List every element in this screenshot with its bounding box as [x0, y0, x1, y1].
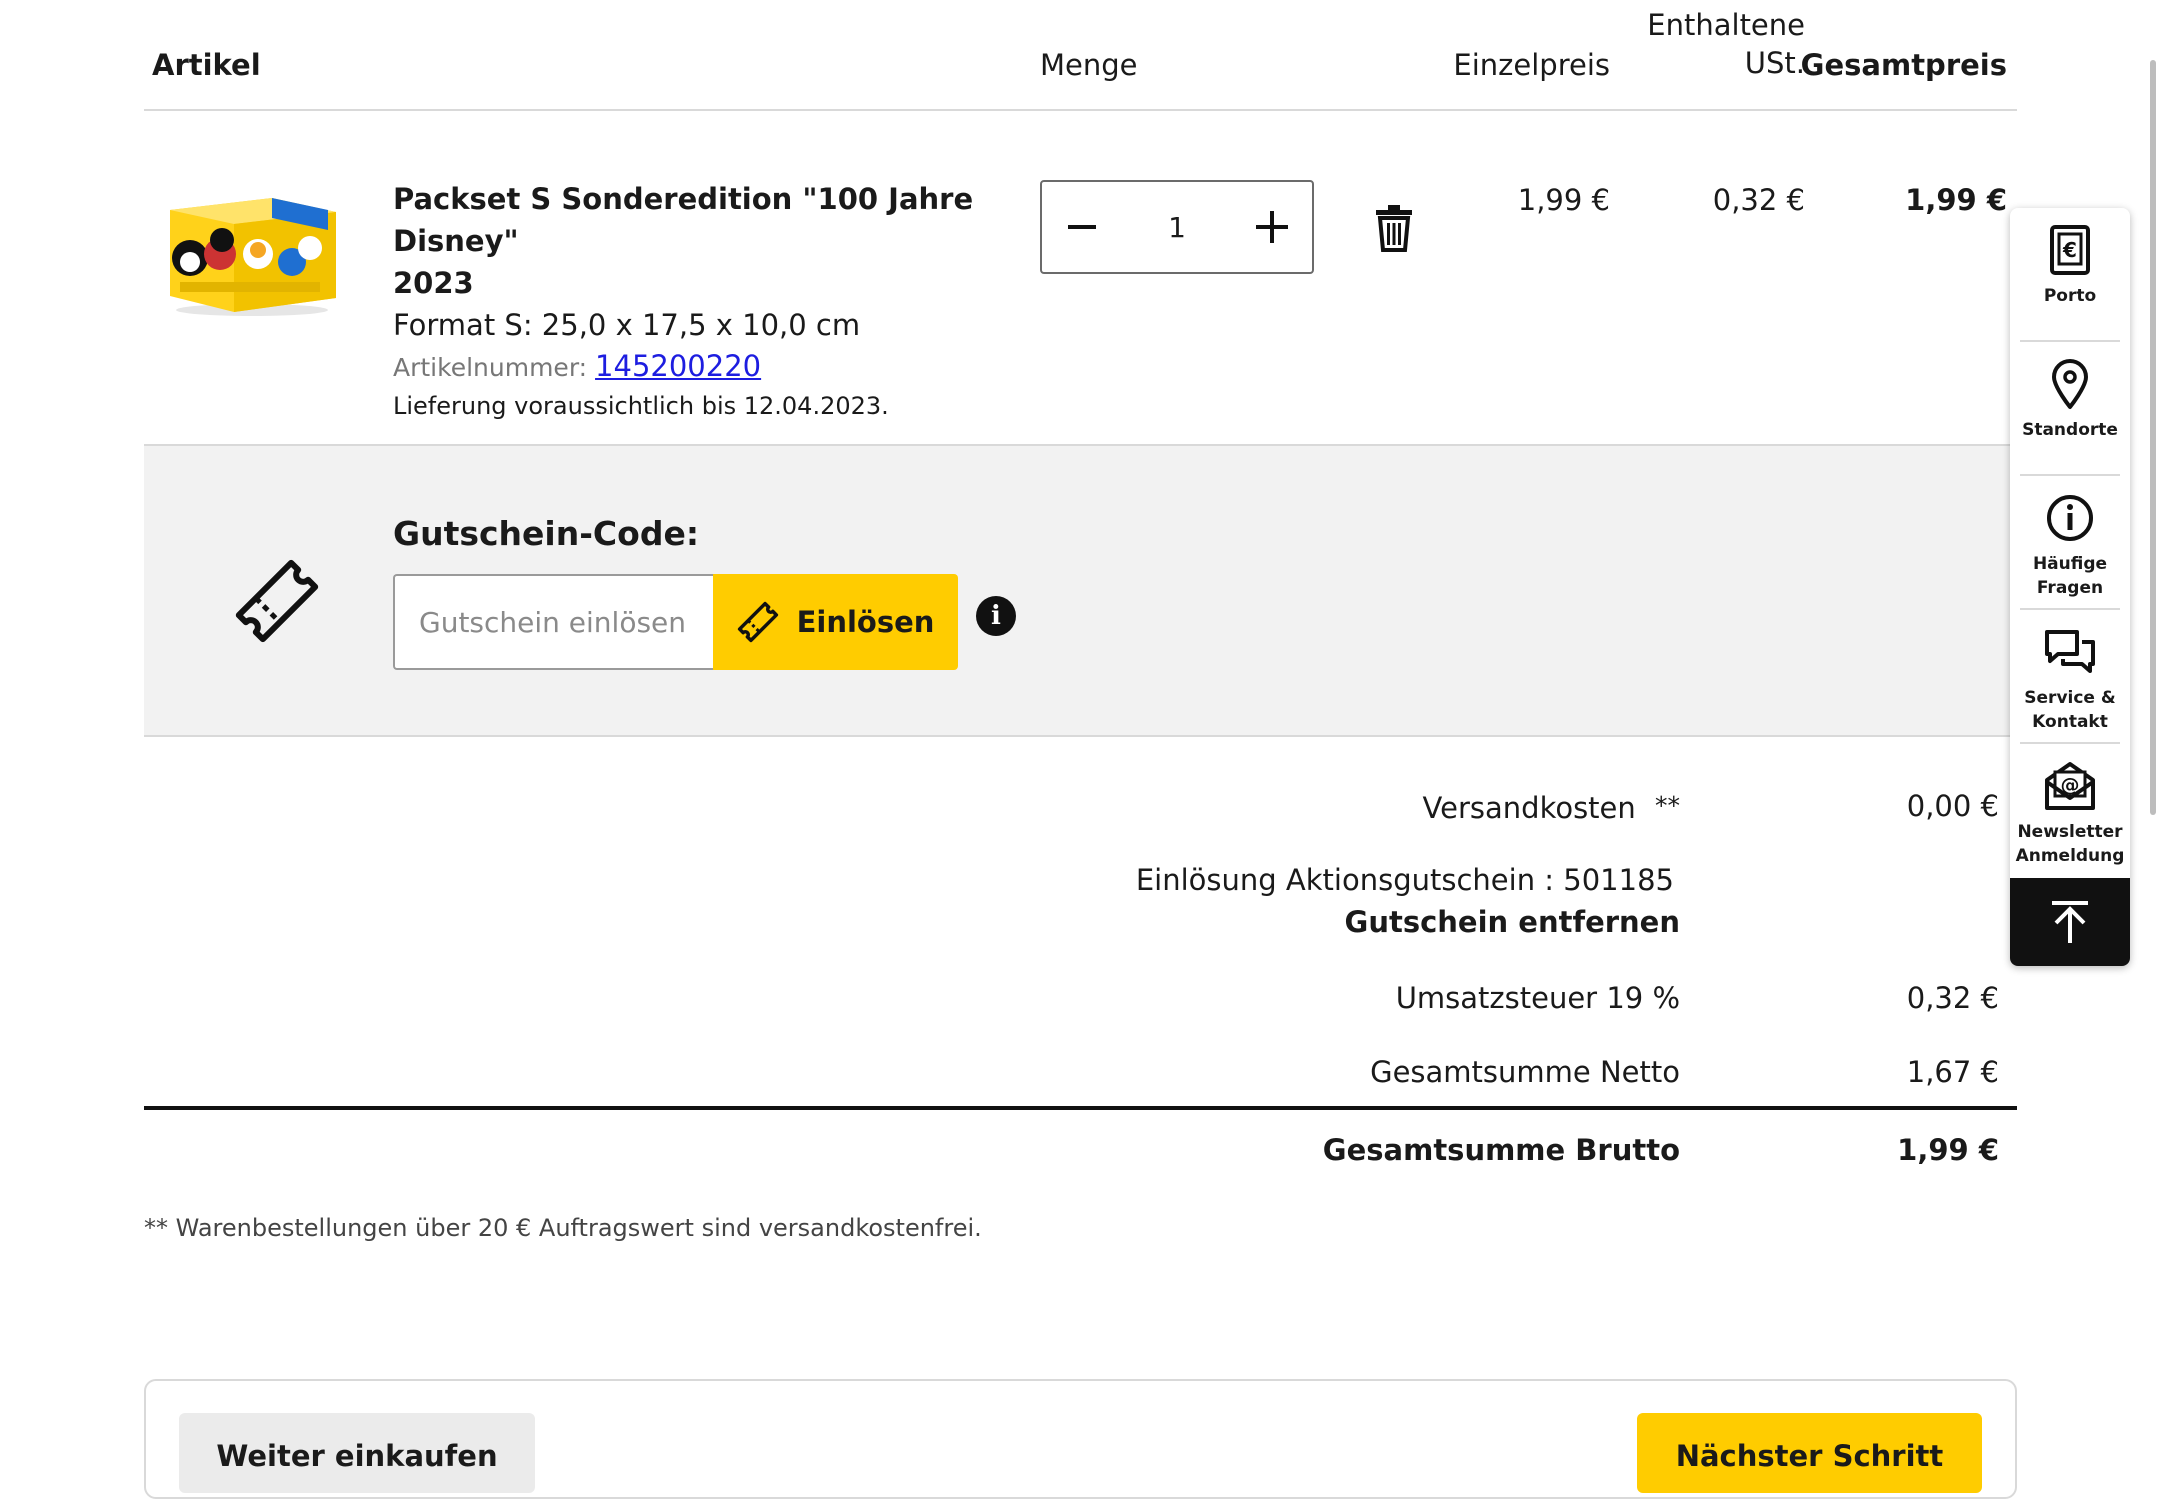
product-title-line2[interactable]: 2023	[393, 262, 1013, 304]
header-menge: Menge	[1040, 48, 1138, 82]
svg-text:€: €	[2062, 238, 2077, 262]
vat-label: Umsatzsteuer 19 %	[1395, 981, 1680, 1015]
decrease-quantity-button[interactable]	[1042, 182, 1122, 272]
side-item-label: Newsletter Anmeldung	[2015, 822, 2125, 866]
unit-price: 1,99 €	[1517, 183, 1610, 217]
gross-total-label: Gesamtsumme Brutto	[1322, 1133, 1680, 1167]
net-total-label: Gesamtsumme Netto	[1370, 1055, 1680, 1089]
product-title-line1[interactable]: Packset S Sonderedition "100 Jahre Disne…	[393, 178, 1013, 262]
vat-total-value: 0,32 €	[1906, 981, 1999, 1015]
side-item-label: Porto	[2043, 286, 2097, 306]
quantity-value[interactable]: 1	[1122, 211, 1232, 244]
coupon-info-icon[interactable]: i	[976, 596, 1016, 636]
chat-bubbles-icon	[2045, 630, 2095, 673]
side-item-label: Service & Kontakt	[2024, 688, 2116, 732]
promo-label: Einlösung Aktionsgutschein : 501185	[1135, 863, 1674, 897]
side-item-porto[interactable]: € Porto	[2010, 208, 2130, 342]
quantity-stepper: 1	[1040, 180, 1314, 274]
redeem-coupon-button[interactable]: Einlösen	[713, 574, 958, 670]
plus-icon	[1256, 211, 1288, 243]
header-gesamtpreis: Gesamtpreis	[1800, 48, 2007, 82]
article-number-label: Artikelnummer:	[393, 353, 588, 382]
product-article-number: Artikelnummer: 145200220	[393, 346, 1013, 388]
product-format: Format S: 25,0 x 17,5 x 10,0 cm	[393, 308, 861, 342]
shipping-label-text: Versandkosten	[1422, 791, 1636, 825]
side-item-faq[interactable]: Häufige Fragen	[2010, 476, 2130, 610]
ticket-small-icon	[737, 601, 778, 643]
next-step-button[interactable]: Nächster Schritt	[1637, 1413, 1982, 1493]
header-ust-line2: USt.	[1744, 46, 1805, 80]
euro-document-icon: €	[2050, 225, 2090, 275]
article-number-link[interactable]: 145200220	[595, 349, 761, 383]
shipping-value: 0,00 €	[1906, 789, 1999, 823]
product-image[interactable]	[160, 170, 340, 320]
coupon-input[interactable]	[393, 574, 713, 670]
header-ust-line1: Enthaltene	[1647, 8, 1805, 42]
header-einzelpreis: Einzelpreis	[1453, 48, 1610, 82]
page-scrollbar[interactable]	[2150, 60, 2156, 815]
product-title[interactable]: Packset S Sonderedition "100 Jahre Disne…	[393, 178, 1013, 304]
line-total: 1,99 €	[1905, 183, 2007, 217]
side-item-label: Häufige Fragen	[2032, 554, 2108, 598]
arrow-up-icon	[2052, 901, 2088, 943]
gross-total-value: 1,99 €	[1897, 1133, 1999, 1167]
ticket-icon	[232, 556, 322, 646]
side-item-standorte[interactable]: Standorte	[2010, 342, 2130, 476]
location-pin-icon	[2052, 359, 2088, 409]
header-ust: Enthaltene USt.	[1647, 6, 1805, 82]
product-info: Packset S Sonderedition "100 Jahre Disne…	[393, 178, 1013, 424]
redeem-coupon-label: Einlösen	[796, 605, 935, 639]
side-item-service-kontakt[interactable]: Service & Kontakt	[2010, 610, 2130, 744]
shipping-footnote: ** Warenbestellungen über 20 € Auftragsw…	[144, 1214, 982, 1242]
coupon-label: Gutschein-Code:	[393, 514, 700, 553]
quick-links-panel: € Porto Standorte Häufige Fragen Service…	[2010, 208, 2130, 966]
increase-quantity-button[interactable]	[1232, 182, 1312, 272]
trash-icon	[1376, 205, 1412, 252]
shipping-label: Versandkosten **	[1423, 786, 1680, 828]
vat-amount: 0,32 €	[1712, 183, 1805, 217]
side-item-newsletter[interactable]: @ Newsletter Anmeldung	[2010, 744, 2130, 878]
delivery-estimate: Lieferung voraussichtlich bis 12.04.2023…	[393, 392, 889, 420]
shipping-footnote-mark: **	[1655, 791, 1680, 820]
info-icon	[2047, 495, 2093, 541]
newsletter-icon: @	[2045, 762, 2095, 810]
remove-coupon-link[interactable]: Gutschein entfernen	[1345, 902, 1680, 942]
header-artikel: Artikel	[152, 48, 261, 82]
side-item-label: Standorte	[2022, 420, 2118, 440]
continue-shopping-button[interactable]: Weiter einkaufen	[179, 1413, 535, 1493]
back-to-top-button[interactable]	[2010, 878, 2130, 966]
net-total-value: 1,67 €	[1906, 1055, 1999, 1089]
delete-item-button[interactable]	[1374, 204, 1414, 252]
minus-icon	[1068, 225, 1096, 229]
totals-divider	[144, 1106, 2017, 1110]
header-divider	[144, 109, 2017, 111]
